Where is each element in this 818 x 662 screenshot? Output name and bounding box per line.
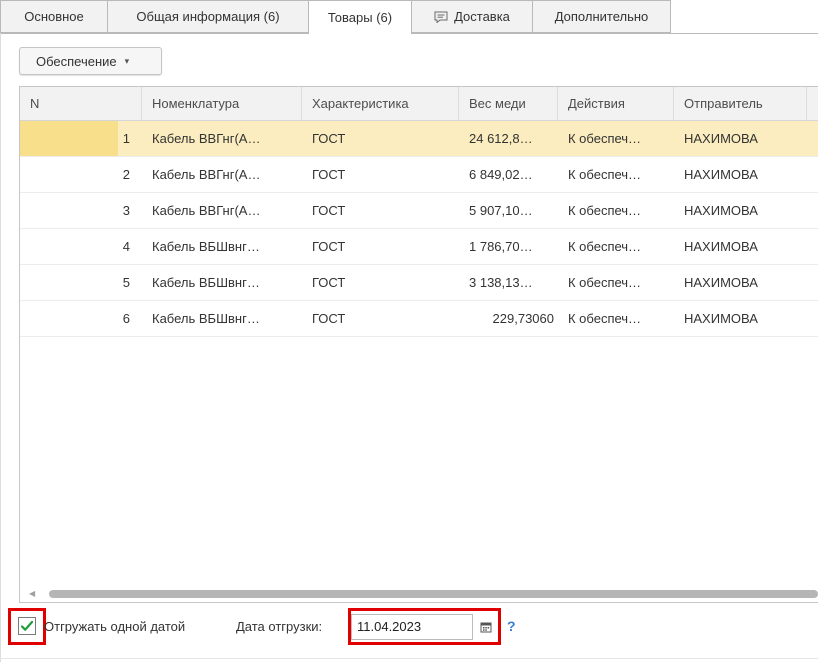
cell-copper-weight: 1 786,70… (469, 239, 533, 254)
horizontal-scrollbar[interactable]: ◀ (19, 588, 818, 600)
table-header: N Номенклатура Характеристика Вес меди Д… (20, 87, 818, 121)
tab-label: Доставка (454, 9, 510, 24)
cell-copper-weight: 5 907,10… (469, 203, 533, 218)
column-header-characteristic[interactable]: Характеристика (302, 87, 459, 120)
provision-button-label: Обеспечение (36, 53, 117, 69)
tab-delivery[interactable]: Доставка (412, 0, 533, 33)
table-row[interactable]: 4 Кабель ВБШвнг… ГОСТ 1 786,70… К обеспе… (20, 229, 818, 265)
cell-sender: НАХИМОВА (684, 167, 758, 182)
cell-sender: НАХИМОВА (684, 239, 758, 254)
provision-dropdown-button[interactable]: Обеспечение ▾ (19, 47, 162, 75)
cell-copper-weight: 24 612,8… (469, 131, 533, 146)
tab-additional[interactable]: Дополнительно (533, 0, 671, 33)
tab-label: Общая информация (6) (136, 9, 280, 24)
ship-date-field[interactable]: 11.04.2023 (351, 614, 473, 640)
cell-action: К обеспеч… (568, 167, 642, 182)
table-row[interactable]: 3 Кабель ВВГнг(А… ГОСТ 5 907,10… К обесп… (20, 193, 818, 229)
comment-icon (434, 11, 448, 24)
cell-nomenclature: Кабель ВВГнг(А… (152, 203, 261, 218)
cell-n: 1 (122, 131, 130, 146)
tab-label: Товары (6) (327, 10, 393, 25)
table-body: 1 Кабель ВВГнг(А… ГОСТ 24 612,8… К обесп… (20, 121, 818, 337)
tab-label: Основное (24, 9, 84, 24)
cell-action: К обеспеч… (568, 275, 642, 290)
cell-characteristic: ГОСТ (312, 167, 346, 182)
table-row[interactable]: 2 Кабель ВВГнг(А… ГОСТ 6 849,02… К обесп… (20, 157, 818, 193)
cell-nomenclature: Кабель ВВГнг(А… (152, 167, 261, 182)
cell-nomenclature: Кабель ВВГнг(А… (152, 131, 261, 146)
cell-sender: НАХИМОВА (684, 311, 758, 326)
scrollbar-thumb[interactable] (49, 590, 818, 598)
cell-n: 2 (122, 167, 130, 182)
ship-one-date-checkbox[interactable] (18, 617, 36, 635)
column-header-copper-weight[interactable]: Вес меди (459, 87, 558, 120)
panel-border (0, 33, 1, 662)
cell-characteristic: ГОСТ (312, 239, 346, 254)
table-row[interactable]: 6 Кабель ВБШвнг… ГОСТ 229,73060 К обеспе… (20, 301, 818, 337)
cell-characteristic: ГОСТ (312, 131, 346, 146)
cell-n: 3 (122, 203, 130, 218)
column-header-actions[interactable]: Действия (558, 87, 674, 120)
cell-nomenclature: Кабель ВБШвнг… (152, 311, 260, 326)
scroll-left-arrow-icon[interactable]: ◀ (29, 588, 35, 600)
tab-general-info[interactable]: Общая информация (6) (108, 0, 309, 33)
cell-copper-weight: 3 138,13… (469, 275, 533, 290)
checkmark-icon (20, 620, 34, 631)
cell-characteristic: ГОСТ (312, 311, 346, 326)
table-row[interactable]: 1 Кабель ВВГнг(А… ГОСТ 24 612,8… К обесп… (20, 121, 818, 157)
column-header-n[interactable]: N (20, 87, 142, 120)
cell-sender: НАХИМОВА (684, 203, 758, 218)
calendar-button[interactable] (475, 614, 497, 640)
calendar-icon (480, 622, 492, 633)
tab-bar: Основное Общая информация (6) Товары (6)… (0, 0, 818, 34)
cell-sender: НАХИМОВА (684, 275, 758, 290)
cell-n: 4 (122, 239, 130, 254)
cell-characteristic: ГОСТ (312, 203, 346, 218)
tab-goods[interactable]: Товары (6) (309, 0, 412, 34)
cell-copper-weight: 229,73060 (492, 311, 554, 326)
tab-label: Дополнительно (554, 9, 649, 24)
help-button[interactable]: ? (507, 618, 516, 634)
cell-nomenclature: Кабель ВБШвнг… (152, 275, 260, 290)
cell-action: К обеспеч… (568, 311, 642, 326)
bottom-divider (0, 658, 818, 659)
cell-n: 6 (122, 311, 130, 326)
goods-table[interactable]: N Номенклатура Характеристика Вес меди Д… (19, 86, 818, 603)
cell-action: К обеспеч… (568, 239, 642, 254)
cell-sender: НАХИМОВА (684, 131, 758, 146)
table-row[interactable]: 5 Кабель ВБШвнг… ГОСТ 3 138,13… К обеспе… (20, 265, 818, 301)
ship-date-label: Дата отгрузки: (236, 619, 323, 634)
cell-action: К обеспеч… (568, 131, 642, 146)
chevron-down-icon: ▾ (124, 55, 130, 66)
column-header-sender[interactable]: Отправитель (674, 87, 807, 120)
tab-main[interactable]: Основное (0, 0, 108, 33)
cell-copper-weight: 6 849,02… (469, 167, 533, 182)
cell-nomenclature: Кабель ВБШвнг… (152, 239, 260, 254)
ship-one-date-label[interactable]: Отгружать одной датой (44, 619, 185, 634)
column-header-nomenclature[interactable]: Номенклатура (142, 87, 302, 120)
cell-n: 5 (122, 275, 130, 290)
cell-action: К обеспеч… (568, 203, 642, 218)
cell-characteristic: ГОСТ (312, 275, 346, 290)
